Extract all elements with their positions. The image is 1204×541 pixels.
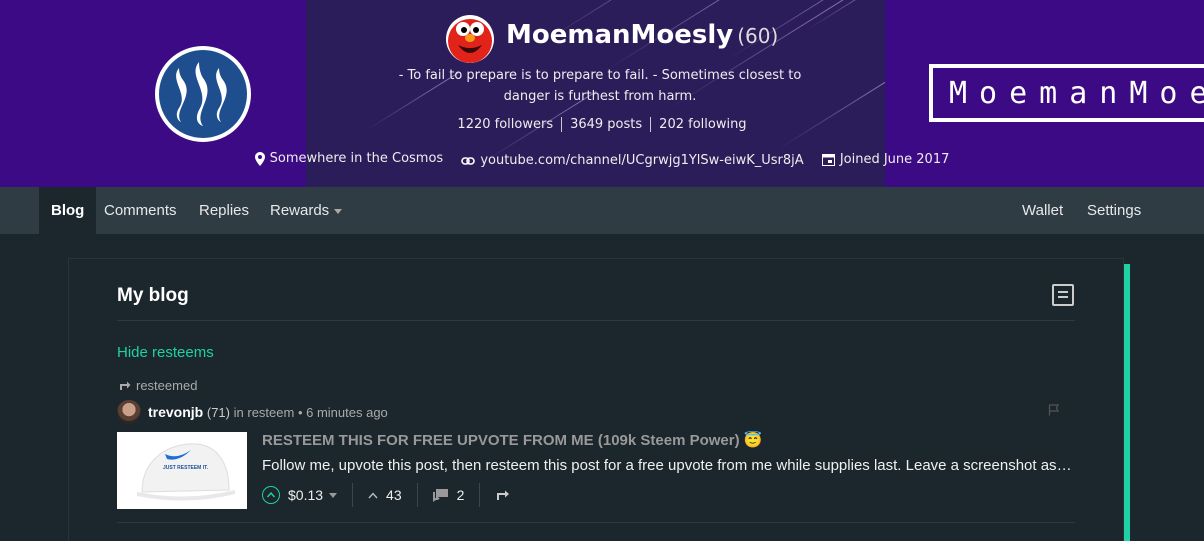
location-pin-icon xyxy=(254,151,265,166)
author-reputation: (71) xyxy=(206,404,230,420)
post-time[interactable]: • 6 minutes ago xyxy=(298,405,388,420)
resteem-icon xyxy=(120,381,131,390)
following-count[interactable]: 202 following xyxy=(650,117,754,132)
voters-chevron-icon xyxy=(368,491,378,498)
reputation-score: (60) xyxy=(737,24,779,48)
profile-avatar[interactable] xyxy=(446,15,494,63)
profile-banner: MoemanMoesly (60) - To fail to prepare is… xyxy=(0,0,1204,187)
about-line-2: danger is furthest from harm. xyxy=(503,89,697,104)
post-title[interactable]: RESTEEM THIS FOR FREE UPVOTE FROM ME (10… xyxy=(262,431,762,449)
in-label: in xyxy=(233,404,244,420)
followers-count[interactable]: 1220 followers xyxy=(449,117,561,132)
resteem-button-icon xyxy=(497,490,510,500)
vote-count: 43 xyxy=(386,487,402,503)
location-text: Somewhere in the Cosmos xyxy=(269,151,444,166)
post-author-row: trevonjb (71) in resteem • 6 minutes ago xyxy=(117,400,388,424)
website-link[interactable]: youtube.com/channel/UCgrwjg1YlSw-eiwK_Us… xyxy=(480,153,803,168)
post-footer: $0.13 43 2 xyxy=(262,483,533,507)
tab-settings[interactable]: Settings xyxy=(1075,187,1153,234)
payout-value[interactable]: $0.13 xyxy=(288,487,323,503)
posts-count: 3649 posts xyxy=(561,117,650,132)
about-line-1: - To fail to prepare is to prepare to fa… xyxy=(398,68,802,83)
calendar-icon xyxy=(821,153,835,166)
profile-meta: Somewhere in the Cosmos youtube.com/chan… xyxy=(0,151,1204,170)
post-summary[interactable]: Follow me, upvote this post, then restee… xyxy=(262,457,1074,474)
comments-segment[interactable]: 2 xyxy=(416,483,480,507)
resteemed-label: resteemed xyxy=(118,378,197,393)
comments-icon xyxy=(432,488,448,502)
author-avatar[interactable] xyxy=(117,400,141,424)
resteem-segment[interactable] xyxy=(479,483,533,507)
author-name[interactable]: trevonjb xyxy=(148,404,203,420)
tab-wallet[interactable]: Wallet xyxy=(1010,187,1075,234)
profile-name: MoemanMoesly (60) xyxy=(506,20,778,50)
resteemed-text: resteemed xyxy=(136,378,198,393)
post-divider xyxy=(117,522,1075,523)
layout-toggle-button[interactable] xyxy=(1052,284,1074,306)
hide-resteems-link[interactable]: Hide resteems xyxy=(117,344,214,361)
flag-icon[interactable] xyxy=(1048,404,1060,416)
tab-rewards-label: Rewards xyxy=(270,202,330,219)
votes-segment[interactable]: 43 xyxy=(352,483,417,507)
payout-dropdown-icon[interactable] xyxy=(329,492,338,498)
tab-rewards[interactable]: Rewards xyxy=(258,187,354,234)
chevron-down-icon xyxy=(334,209,343,214)
profile-nav: Blog Comments Replies Rewards Wallet Set… xyxy=(0,187,1204,234)
accent-bar xyxy=(1124,264,1130,541)
thumbnail-text: JUST RESTEEM IT. xyxy=(163,465,209,471)
link-icon xyxy=(461,156,476,165)
post-community[interactable]: resteem xyxy=(247,405,294,420)
banner-wordmark-text: MoemanMoesl xyxy=(949,75,1204,111)
post-thumbnail[interactable]: JUST RESTEEM IT. xyxy=(117,432,247,509)
payout-segment: $0.13 xyxy=(262,483,352,507)
tab-comments[interactable]: Comments xyxy=(92,187,189,234)
location: Somewhere in the Cosmos xyxy=(254,151,444,166)
join-date-text: Joined June 2017 xyxy=(839,151,950,167)
profile-about: - To fail to prepare is to prepare to fa… xyxy=(390,65,810,107)
tab-replies[interactable]: Replies xyxy=(187,187,261,234)
page-title: My blog xyxy=(117,285,189,306)
upvote-button[interactable] xyxy=(262,486,280,504)
join-date: Joined June 2017 xyxy=(821,151,950,167)
comment-count: 2 xyxy=(456,487,465,503)
tab-blog[interactable]: Blog xyxy=(39,187,97,234)
banner-wordmark: MoemanMoesl xyxy=(929,64,1204,122)
profile-username: MoemanMoesly xyxy=(506,20,734,50)
website[interactable]: youtube.com/channel/UCgrwjg1YlSw-eiwK_Us… xyxy=(461,153,804,168)
chevron-up-icon xyxy=(267,492,275,498)
title-divider xyxy=(117,320,1075,321)
